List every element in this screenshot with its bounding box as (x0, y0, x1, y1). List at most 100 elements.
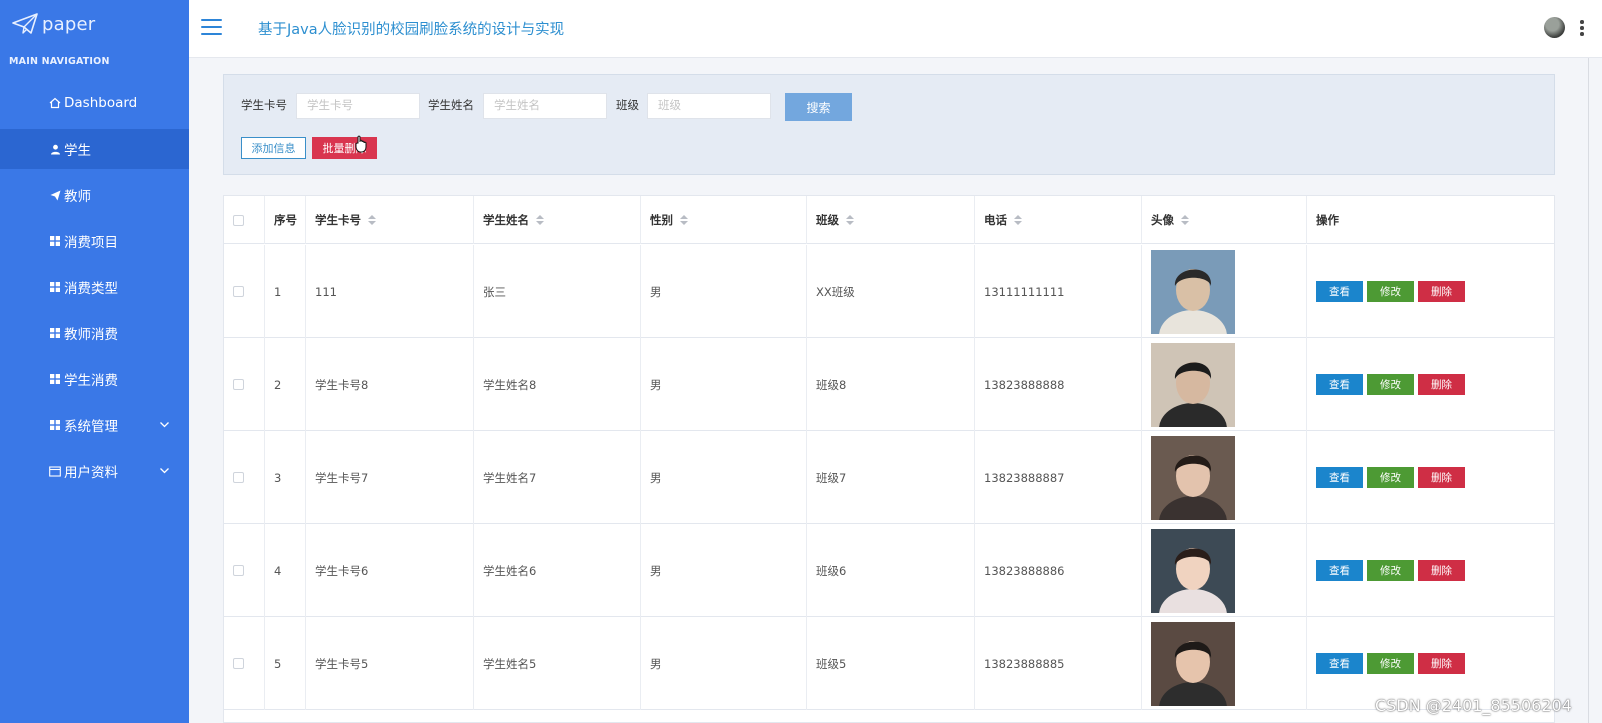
student-photo[interactable] (1151, 435, 1235, 520)
grid-icon (48, 374, 62, 384)
sort-icon[interactable] (536, 214, 544, 226)
column-header-phone[interactable]: 电话 (975, 196, 1142, 244)
column-header-name[interactable]: 学生姓名 (474, 196, 641, 244)
cell-actions: 查看 修改 删除 (1307, 338, 1554, 431)
grid-icon (48, 328, 62, 338)
edit-button[interactable]: 修改 (1367, 560, 1414, 581)
sort-icon[interactable] (1181, 214, 1189, 226)
cell-gender: 男 (641, 245, 807, 338)
add-info-button[interactable]: 添加信息 (241, 137, 306, 159)
search-button[interactable]: 搜索 (785, 93, 852, 121)
column-header-card[interactable]: 学生卡号 (306, 196, 474, 244)
sidebar-item-consume-project[interactable]: 消费项目 (0, 221, 189, 261)
top-header: 基于Java人脸识别的校园刷脸系统的设计与实现 (189, 0, 1602, 58)
row-select-cell (224, 431, 265, 524)
sort-icon[interactable] (846, 214, 854, 226)
column-header-class[interactable]: 班级 (807, 196, 975, 244)
sort-icon[interactable] (368, 214, 376, 226)
cell-card: 学生卡号7 (306, 431, 474, 524)
row-checkbox[interactable] (233, 472, 244, 483)
cell-avatar (1142, 431, 1307, 524)
view-button[interactable]: 查看 (1316, 467, 1363, 488)
batch-delete-button[interactable]: 批量删除 (312, 137, 377, 159)
delete-button[interactable]: 删除 (1418, 653, 1465, 674)
student-photo[interactable] (1151, 621, 1235, 706)
student-photo[interactable] (1151, 342, 1235, 427)
row-checkbox[interactable] (233, 658, 244, 669)
edit-button[interactable]: 修改 (1367, 653, 1414, 674)
paper-plane-logo-icon (12, 13, 38, 34)
cell-class: XX班级 (807, 245, 975, 338)
select-all-checkbox[interactable] (233, 214, 244, 226)
cell-index-text: 2 (274, 377, 282, 392)
view-button[interactable]: 查看 (1316, 281, 1363, 302)
sidebar-item-label: 教师消费 (64, 327, 118, 343)
sidebar-item-student-consume[interactable]: 学生消费 (0, 359, 189, 399)
sidebar-item-consume-type[interactable]: 消费类型 (0, 267, 189, 307)
sidebar-item-system[interactable]: 系统管理 (0, 405, 189, 445)
cell-gender-text: 男 (650, 563, 662, 578)
cell-gender: 男 (641, 617, 807, 710)
delete-button[interactable]: 删除 (1418, 467, 1465, 488)
cell-gender-text: 男 (650, 377, 662, 392)
edit-button[interactable]: 修改 (1367, 467, 1414, 488)
scrollbar-track[interactable] (1588, 58, 1589, 723)
table-row: 1 111 张三男 XX班级 13111111111 查看 修改 删除 (224, 245, 1554, 338)
cell-index-text: 4 (274, 563, 282, 578)
table-header: 序号 学生卡号 学生姓名 性别 班级 电话 头像 操作 (224, 196, 1554, 244)
chevron-down-icon (159, 464, 170, 480)
delete-button[interactable]: 删除 (1418, 281, 1465, 302)
sidebar-item-label: 教师 (64, 189, 91, 205)
student-photo[interactable] (1151, 249, 1235, 334)
menu-toggle-icon[interactable] (201, 19, 222, 35)
delete-button[interactable]: 删除 (1418, 374, 1465, 395)
more-options-icon[interactable] (1580, 20, 1584, 36)
cell-phone-text: 13823888886 (984, 563, 1065, 578)
cell-class: 班级5 (807, 617, 975, 710)
cell-phone: 13823888885 (975, 617, 1142, 710)
cell-avatar (1142, 524, 1307, 617)
sort-icon[interactable] (680, 214, 688, 226)
class-input[interactable] (647, 93, 771, 119)
cell-class-text: 班级6 (816, 563, 847, 578)
sidebar-item-teacher-consume[interactable]: 教师消费 (0, 313, 189, 353)
sidebar-item-label: 系统管理 (64, 419, 118, 435)
cell-index: 5 (265, 617, 306, 710)
column-header-gender[interactable]: 性别 (641, 196, 807, 244)
cell-avatar (1142, 338, 1307, 431)
card-icon (48, 465, 62, 477)
student-name-label: 学生姓名 (428, 98, 474, 112)
cell-index: 4 (265, 524, 306, 617)
sidebar-item-profile[interactable]: 用户资料 (0, 451, 189, 491)
cell-index-text: 3 (274, 470, 282, 485)
sidebar-item-label: 消费类型 (64, 281, 118, 297)
cell-phone: 13823888887 (975, 431, 1142, 524)
student-name-input[interactable] (483, 93, 607, 119)
home-icon (48, 97, 62, 109)
view-button[interactable]: 查看 (1316, 653, 1363, 674)
sidebar-item-teacher[interactable]: 教师 (0, 175, 189, 215)
edit-button[interactable]: 修改 (1367, 374, 1414, 395)
cell-phone: 13823888888 (975, 338, 1142, 431)
column-header-avatar[interactable]: 头像 (1142, 196, 1307, 244)
sort-icon[interactable] (1014, 214, 1022, 226)
sidebar-item-student[interactable]: 学生 (0, 129, 205, 169)
hand-cursor-icon (355, 135, 367, 153)
avatar[interactable] (1544, 17, 1565, 38)
row-checkbox[interactable] (233, 286, 244, 297)
column-header-actions: 操作 (1316, 213, 1339, 227)
view-button[interactable]: 查看 (1316, 374, 1363, 395)
row-checkbox[interactable] (233, 379, 244, 390)
sidebar-item-dashboard[interactable]: Dashboard (0, 83, 189, 123)
delete-button[interactable]: 删除 (1418, 560, 1465, 581)
logo[interactable]: paper (12, 10, 95, 38)
student-photo[interactable] (1151, 528, 1235, 613)
edit-button[interactable]: 修改 (1367, 281, 1414, 302)
sidebar-item-label: 用户资料 (64, 465, 118, 481)
cell-index-text: 1 (274, 284, 282, 299)
row-checkbox[interactable] (233, 565, 244, 576)
cell-class: 班级6 (807, 524, 975, 617)
view-button[interactable]: 查看 (1316, 560, 1363, 581)
table-row: 4 学生卡号6 学生姓名6 男 班级6 13823888886 查看 修改 删除 (224, 524, 1554, 617)
card-number-input[interactable] (296, 93, 420, 119)
